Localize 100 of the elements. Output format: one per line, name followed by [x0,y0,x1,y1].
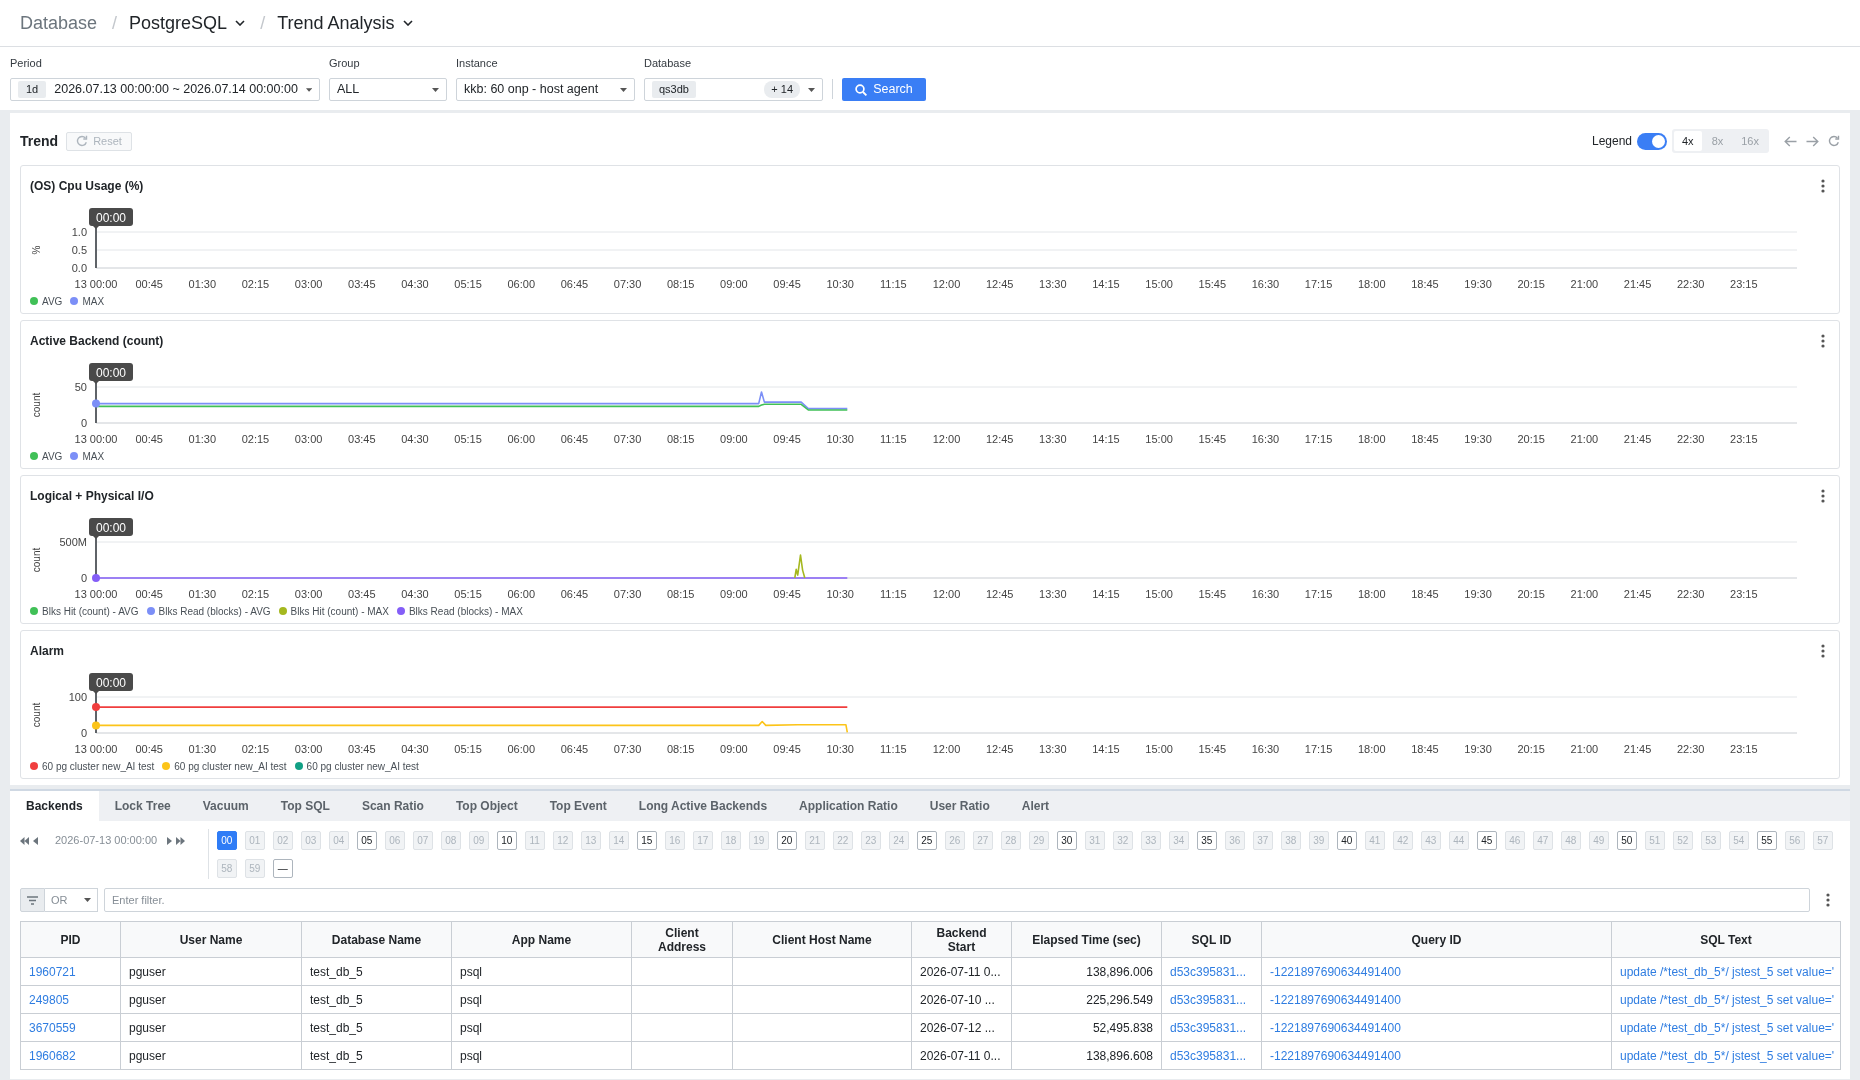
search-button[interactable]: Search [842,78,926,101]
minute-button[interactable]: 45 [1476,831,1497,850]
tick-label: 21:00 [1570,433,1599,445]
detail-tab[interactable]: Long Active Backends [622,791,784,821]
cursor-tooltip: 00:00 [89,673,133,694]
minute-button[interactable]: 25 [916,831,937,850]
minute-button[interactable]: 10 [496,831,517,850]
chevron-down-icon[interactable] [402,20,413,26]
arrow-right-icon[interactable] [1806,135,1819,147]
table-link[interactable]: -1221897690634491400 [1270,1048,1401,1063]
more-icon[interactable] [1821,489,1825,503]
minute-button[interactable]: 50 [1616,831,1637,850]
tick-label: 50 [74,381,87,393]
filter-button[interactable] [20,888,45,912]
caret-down-icon[interactable] [305,87,312,92]
breadcrumb-link[interactable]: PostgreSQL [129,12,246,34]
column-header[interactable]: Backend Start [911,921,1012,958]
minute-button[interactable]: 40 [1336,831,1357,850]
legend-label: MAX [82,449,105,464]
detail-tab[interactable]: Top SQL [264,791,346,821]
more-icon[interactable] [1821,334,1825,348]
column-header[interactable]: PID [20,921,121,958]
triangle-left-icon[interactable] [33,836,38,845]
current-time-label: 2026-07-13 00:00:00 [55,833,158,849]
tick-label: 08:15 [666,588,695,600]
table-cell: pguser [120,1013,302,1042]
detail-tab[interactable]: Top Object [439,791,534,821]
detail-tab[interactable]: Alert [1005,791,1066,821]
legend-switch[interactable] [1637,132,1667,150]
column-header[interactable]: Client Address [631,921,733,958]
breadcrumb-link[interactable]: Trend Analysis [277,12,413,34]
tick-label: 14:15 [1092,433,1120,445]
table-cell: 138,896.006 [1011,957,1162,986]
zoom-level-tab[interactable]: 4x [1674,131,1702,151]
minute-button[interactable]: 55 [1756,831,1777,850]
triangle-right-icon[interactable] [167,836,173,845]
caret-down-icon[interactable] [620,87,627,92]
tick-label: 21:00 [1570,588,1599,600]
column-header[interactable]: Database Name [301,921,452,958]
caret-down-icon[interactable] [432,87,439,92]
caret-down-icon[interactable] [84,898,91,902]
tick-label: 18:00 [1358,433,1386,445]
more-icon[interactable] [1821,644,1825,658]
tick-label: 04:30 [401,743,429,755]
table-cell: 225,296.549 [1011,985,1162,1014]
period-select[interactable]: 1d 2026.07.13 00:00:00 ~ 2026.07.14 00:00:00 [10,78,320,101]
detail-tab[interactable]: Scan Ratio [345,791,440,821]
minute-button[interactable]: 05 [356,831,377,850]
detail-tab[interactable]: Application Ratio [783,791,914,821]
detail-tab[interactable]: Backends [10,791,99,821]
legend-label: Blks Read (blocks) - MAX [408,604,523,619]
tick-label: 00:45 [135,433,163,445]
tick-label: 11:15 [880,433,907,445]
more-icon[interactable] [1821,179,1825,193]
chevron-down-icon[interactable] [235,20,246,26]
group-select[interactable]: ALL [329,78,447,101]
minute-button[interactable]: 20 [776,831,797,850]
minute-button[interactable]: 15 [636,831,657,850]
column-header[interactable]: SQL Text [1611,921,1841,958]
column-header[interactable]: App Name [451,921,632,958]
zoom-level-tab[interactable]: 16x [1733,131,1767,151]
column-header[interactable]: Query ID [1261,921,1612,958]
operator-select[interactable]: OR [45,888,98,912]
minute-button[interactable]: 35 [1196,831,1217,850]
table-link[interactable]: -1221897690634491400 [1270,964,1401,979]
tick-label: 08:15 [666,743,695,755]
detail-tab[interactable]: Top Event [533,791,623,821]
minute-button[interactable]: 00 [216,831,237,850]
collapse-button[interactable]: — [272,859,293,878]
database-select[interactable]: qs3db + 14 [644,78,823,101]
legend-label: Blks Hit (count) - AVG [42,604,139,619]
column-header[interactable]: Client Host Name [732,921,912,958]
hover-marker-icon [92,721,100,730]
refresh-icon[interactable] [1828,135,1840,147]
column-header[interactable]: SQL ID [1161,921,1262,958]
double-triangle-right-icon[interactable] [176,836,186,845]
breadcrumb-link[interactable]: Database [20,12,98,34]
instance-select[interactable]: kkb: 60 onp - host agent [456,78,635,101]
caret-down-icon[interactable] [808,87,815,92]
tick-label: 21:45 [1623,433,1652,445]
zoom-level-tab[interactable]: 8x [1703,131,1732,151]
detail-tab[interactable]: User Ratio [913,791,1006,821]
detail-tab[interactable]: Lock Tree [98,791,187,821]
cursor-tooltip: 00:00 [89,518,133,539]
tick-label: 20:15 [1517,588,1545,600]
tick-label: 05:15 [454,588,482,600]
column-header[interactable]: User Name [120,921,302,958]
more-icon[interactable] [1826,893,1830,907]
legend-label: AVG [42,449,63,464]
arrow-left-icon[interactable] [1784,135,1797,147]
tick-label: 17:15 [1304,433,1333,445]
column-header[interactable]: Elapsed Time (sec) [1011,921,1162,958]
detail-tab[interactable]: Vacuum [186,791,265,821]
table-link[interactable]: -1221897690634491400 [1270,1020,1401,1035]
field-label: Group [329,56,361,70]
table-link[interactable]: -1221897690634491400 [1270,992,1401,1007]
double-triangle-left-icon[interactable] [20,836,29,845]
filter-input[interactable]: Enter filter. [104,888,1810,912]
tick-label: 12:00 [932,743,961,755]
minute-button[interactable]: 30 [1056,831,1077,850]
